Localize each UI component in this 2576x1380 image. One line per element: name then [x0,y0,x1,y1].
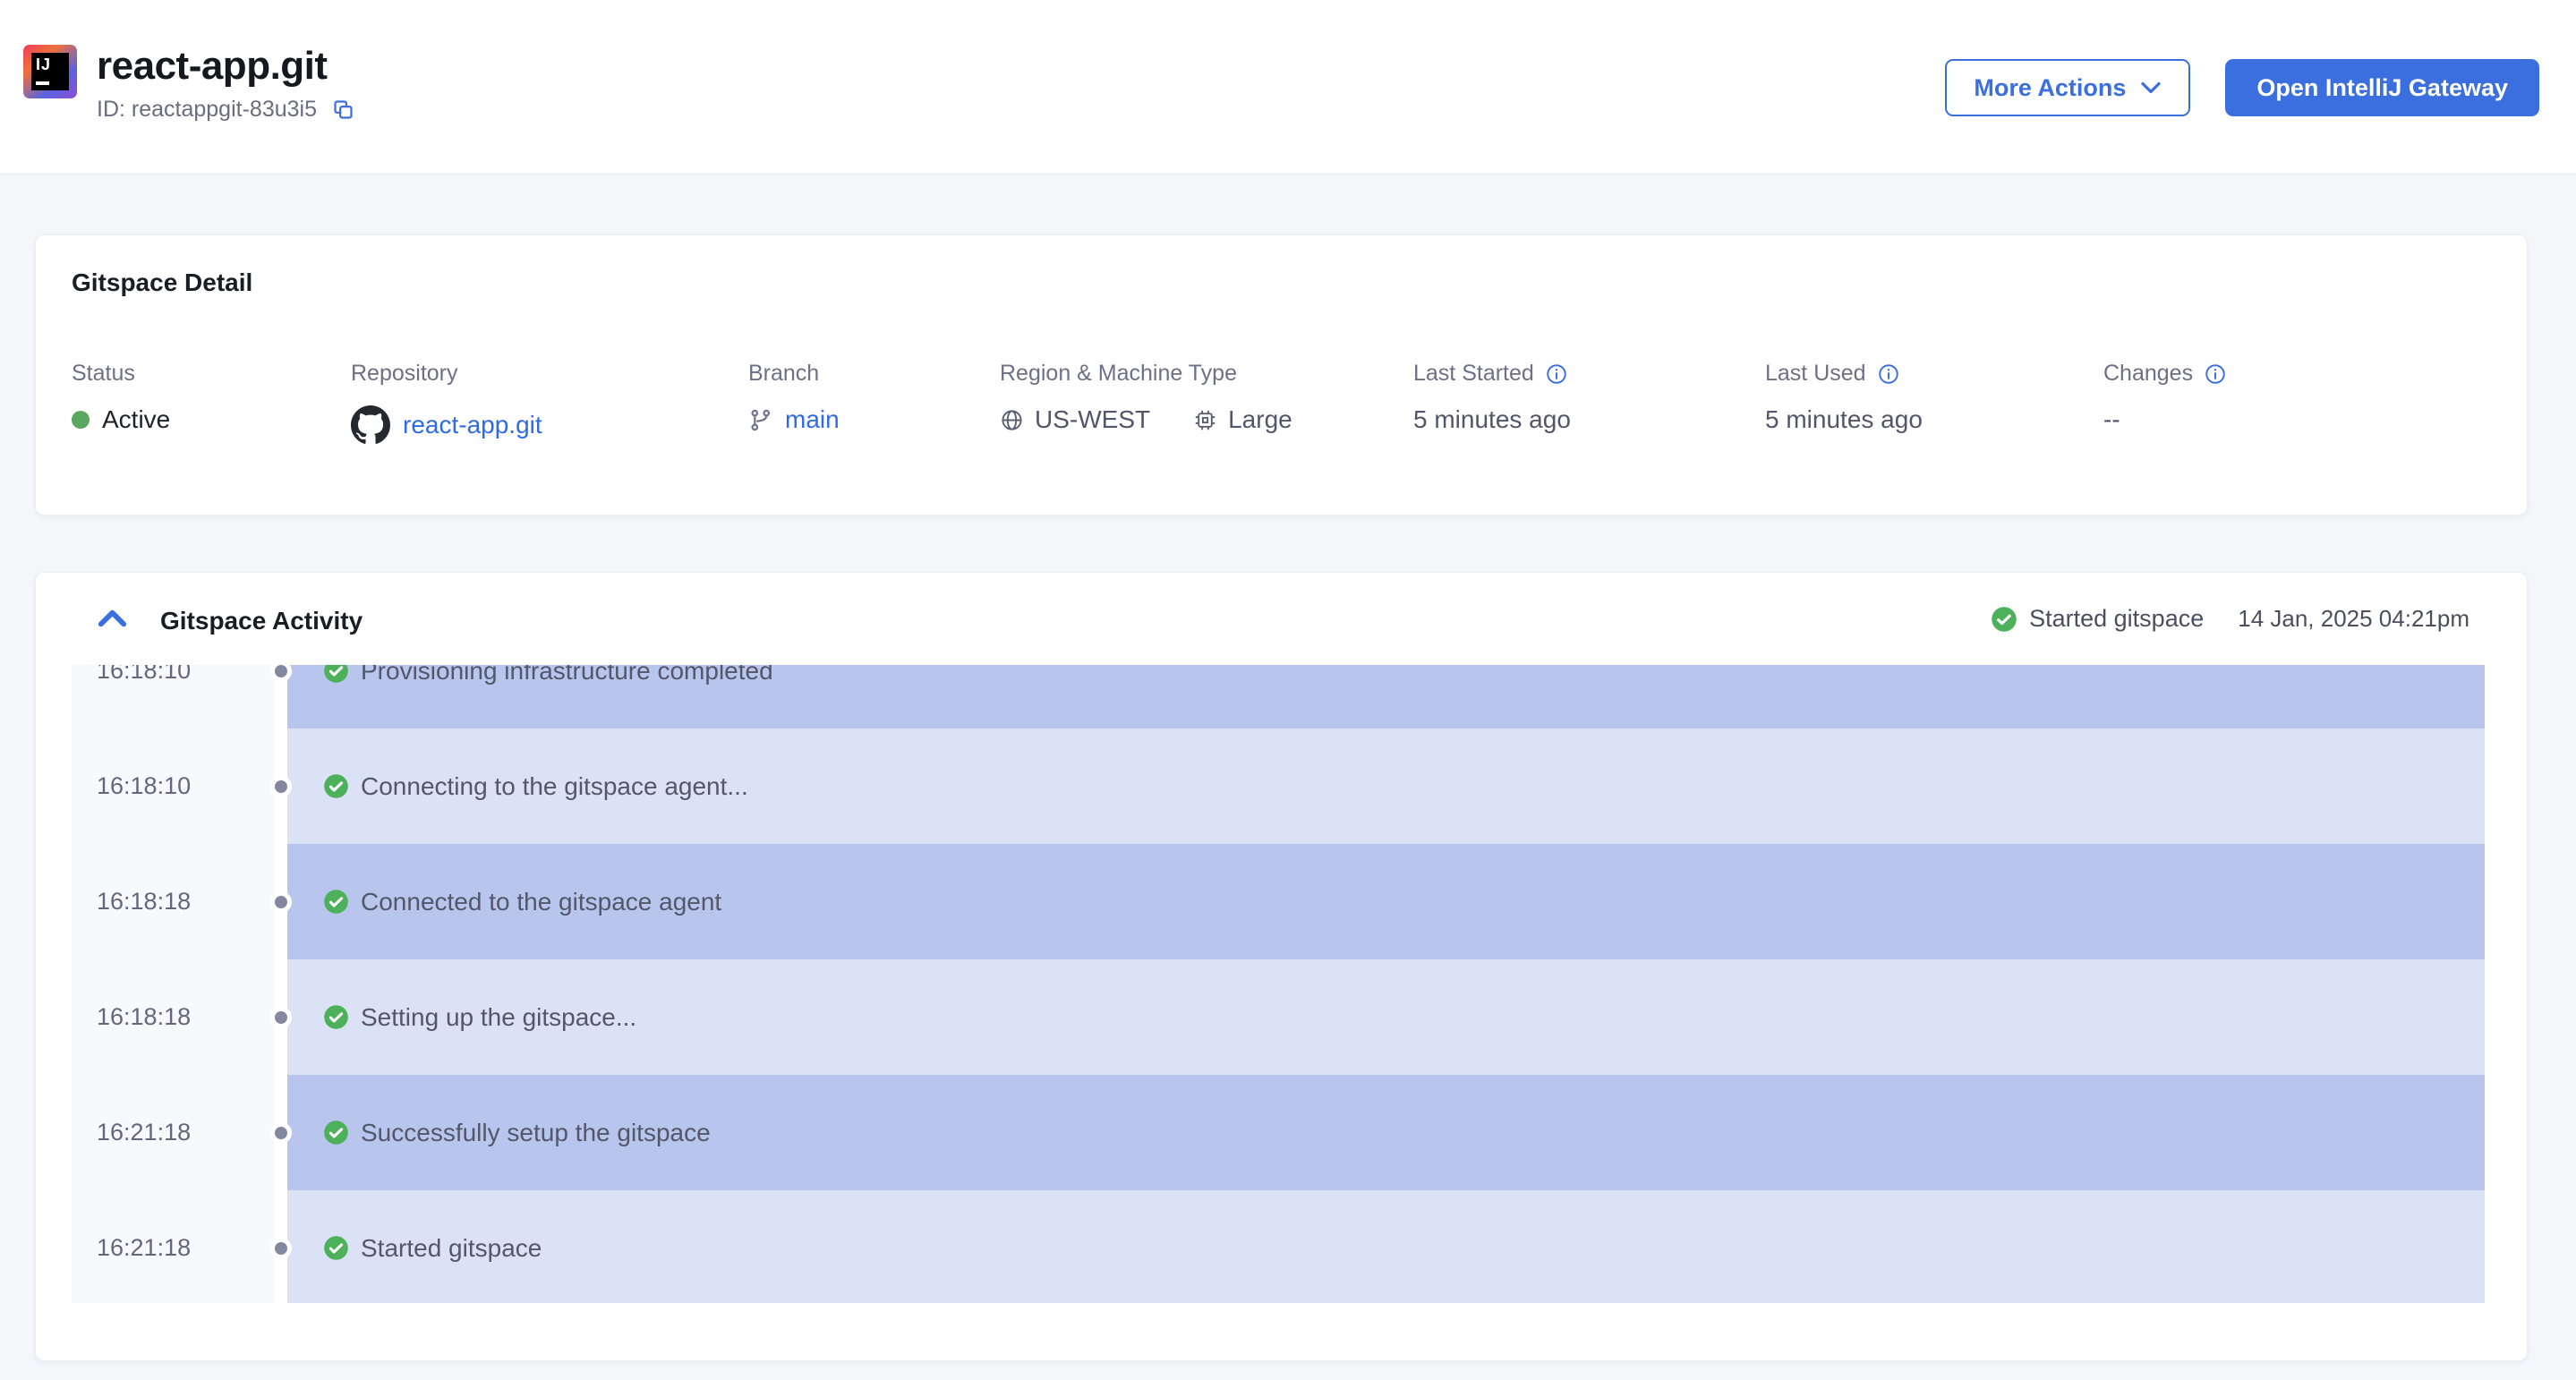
intellij-logo-inner: IJ [31,53,69,90]
last-used-value: 5 minutes ago [1765,405,1923,434]
activity-timestamp: 16:18:18 [72,959,274,1075]
activity-message: Provisioning infrastructure completed [287,665,2485,728]
activity-timestamp: 16:18:10 [72,728,274,844]
region-machine-label: Region & Machine Type [1000,361,1237,387]
machine-type-icon [1193,408,1217,432]
timeline-dot [274,959,287,1075]
activity-row: 16:18:18 Setting up the gitspace... [72,959,2485,1075]
activity-message: Started gitspace [287,1190,2485,1303]
globe-icon [1000,408,1024,432]
status-value: Active [102,405,170,434]
activity-message-text: Setting up the gitspace... [361,1003,636,1032]
timeline-dot [274,1075,287,1190]
check-circle-icon [1991,606,2017,633]
timeline-dot [274,728,287,844]
check-circle-icon [323,1120,349,1146]
git-branch-icon [748,408,772,432]
activity-message: Connected to the gitspace agent [287,844,2485,959]
check-circle-icon [323,665,349,684]
last-used-label: Last Used [1765,361,1866,387]
activity-message-text: Successfully setup the gitspace [361,1119,711,1147]
collapse-chevron-up-icon[interactable] [98,609,127,628]
detail-col-repository: Repository react-app.git [351,361,748,445]
info-icon[interactable] [2204,362,2227,386]
activity-message-text: Connecting to the gitspace agent... [361,772,748,801]
brand: IJ react-app.git ID: reactappgit-83u3i5 [23,45,355,123]
changes-label: Changes [2103,361,2193,387]
intellij-logo-letters: IJ [36,55,51,74]
activity-log[interactable]: 16:18:10 Provisioning infrastructure comp… [72,665,2485,1303]
check-circle-icon [323,1004,349,1030]
check-circle-icon [323,1235,349,1261]
active-status-dot-icon [72,411,90,429]
changes-value: -- [2103,405,2120,434]
gitspace-id: ID: reactappgit-83u3i5 [97,97,317,123]
detail-col-last-used: Last Used 5 minutes ago [1765,361,2103,445]
region-value: US-WEST [1035,405,1150,434]
detail-col-branch: Branch main [748,361,1000,445]
detail-col-last-started: Last Started 5 minutes ago [1413,361,1765,445]
activity-row: 16:21:18 Successfully setup the gitspace [72,1075,2485,1190]
check-circle-icon [323,773,349,799]
detail-col-status: Status Active [72,361,351,445]
activity-timestamp: 16:21:18 [72,1075,274,1190]
activity-message-text: Started gitspace [361,1234,542,1263]
check-circle-icon [323,889,349,915]
github-icon [351,405,390,445]
timeline-dot [274,665,287,728]
activity-title: Gitspace Activity [160,607,363,635]
info-icon[interactable] [1877,362,1900,386]
activity-message-text: Connected to the gitspace agent [361,888,721,916]
gitspace-activity-card: Gitspace Activity Started gitspace 14 Ja… [35,572,2528,1361]
page-header: IJ react-app.git ID: reactappgit-83u3i5 … [0,0,2576,175]
open-gateway-label: Open IntelliJ Gateway [2256,74,2508,102]
chevron-down-icon [2140,81,2162,95]
activity-row: 16:18:18 Connected to the gitspace agent [72,844,2485,959]
last-started-label: Last Started [1413,361,1534,387]
status-label: Status [72,361,135,387]
timeline-dot [274,844,287,959]
intellij-logo-underline [36,81,49,85]
activity-timestamp: 16:21:18 [72,1190,274,1303]
more-actions-label: More Actions [1974,74,2126,102]
activity-status-text: Started gitspace [2029,605,2204,633]
activity-row: 16:21:18 Started gitspace [72,1190,2485,1303]
intellij-logo-icon: IJ [23,45,77,98]
activity-timestamp: 16:18:10 [72,665,274,728]
activity-message: Setting up the gitspace... [287,959,2485,1075]
detail-col-region-machine: Region & Machine Type US-WEST [1000,361,1413,445]
activity-message-text: Provisioning infrastructure completed [361,665,773,686]
branch-link[interactable]: main [785,405,840,434]
branch-label: Branch [748,361,819,387]
info-icon[interactable] [1545,362,1568,386]
repository-link[interactable]: react-app.git [403,411,542,439]
timeline-dot [274,1190,287,1303]
copy-icon[interactable] [331,98,355,122]
activity-date: 14 Jan, 2025 04:21pm [2238,605,2469,633]
machine-type-value: Large [1228,405,1292,434]
activity-row: 16:18:10 Provisioning infrastructure comp… [72,665,2485,728]
last-started-value: 5 minutes ago [1413,405,1571,434]
detail-col-changes: Changes -- [2103,361,2500,445]
page-title: react-app.git [97,45,355,88]
more-actions-button[interactable]: More Actions [1945,59,2190,116]
detail-card-title: Gitspace Detail [72,268,252,297]
activity-message: Successfully setup the gitspace [287,1075,2485,1190]
activity-timestamp: 16:18:18 [72,844,274,959]
activity-header: Gitspace Activity Started gitspace 14 Ja… [36,573,2527,665]
gitspace-detail-card: Gitspace Detail Status Active Repository… [35,234,2528,515]
activity-message: Connecting to the gitspace agent... [287,728,2485,844]
activity-row: 16:18:10 Connecting to the gitspace agent… [72,728,2485,844]
open-gateway-button[interactable]: Open IntelliJ Gateway [2225,59,2539,116]
repository-label: Repository [351,361,458,387]
